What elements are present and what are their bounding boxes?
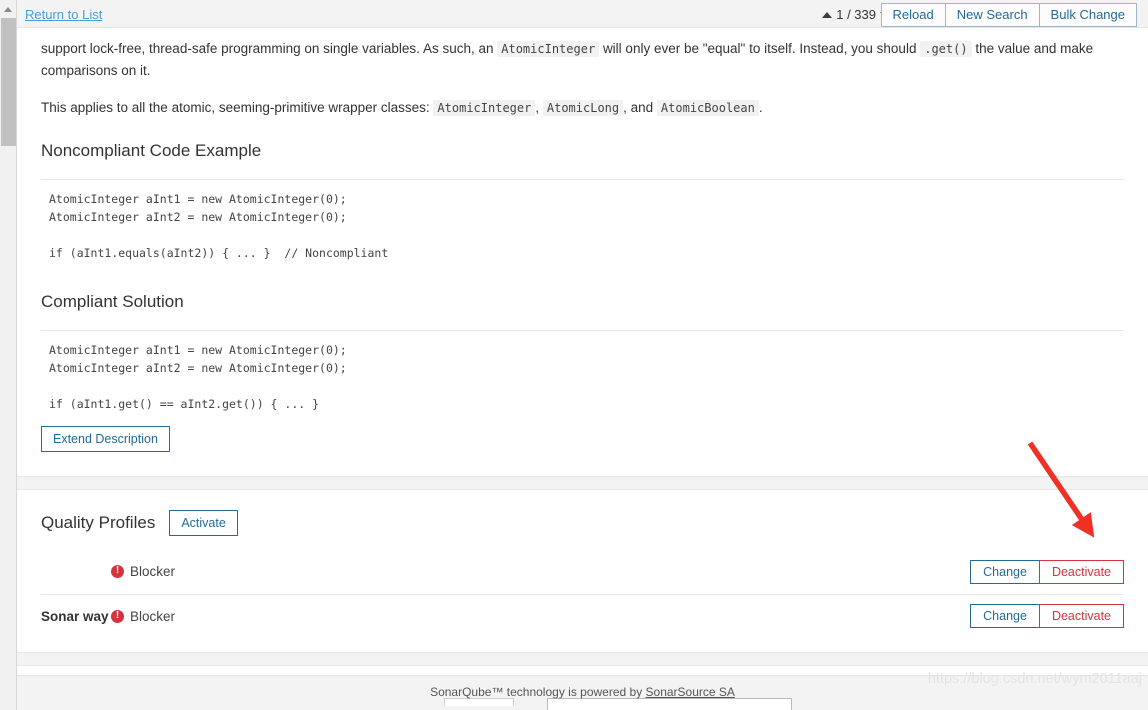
desc-p2-code-1: AtomicInteger [433, 100, 536, 116]
footer-partial-box [444, 698, 514, 706]
sonarsource-link[interactable]: SonarSource SA [646, 685, 735, 699]
footer-credit: SonarQube™ technology is powered by Sona… [17, 685, 1148, 699]
noncompliant-code-block: AtomicInteger aInt1 = new AtomicInteger(… [49, 192, 389, 260]
new-search-button[interactable]: New Search [944, 3, 1040, 27]
compliant-heading: Compliant Solution [41, 292, 184, 311]
footer-prefix-text: SonarQube™ technology is powered by [430, 685, 646, 699]
quality-profiles-table: Blocker Change Deactivate Sonar way Bloc… [41, 550, 1124, 638]
previous-rule-icon[interactable] [822, 11, 833, 18]
description-paragraph-2: This applies to all the atomic, seeming-… [41, 82, 1124, 119]
compliant-code-block: AtomicInteger aInt1 = new AtomicInteger(… [49, 343, 347, 411]
quality-profiles-header: Quality Profiles Activate [17, 490, 1148, 536]
profile-actions-cell: Change Deactivate [408, 593, 1124, 638]
action-button-group: Change Deactivate [970, 604, 1124, 629]
page-container: Return to List 1 / 339 Reload New Search… [17, 0, 1148, 710]
profile-name-cell [41, 550, 111, 594]
quality-profiles-title: Quality Profiles [41, 513, 156, 532]
change-button[interactable]: Change [970, 604, 1040, 629]
severity-label: Blocker [130, 608, 176, 624]
page-scrollbar[interactable] [0, 0, 17, 710]
profile-severity-cell: Blocker [111, 593, 409, 638]
desc-p2-text-3: . [758, 100, 763, 115]
activate-button[interactable]: Activate [169, 510, 238, 536]
table-row: Blocker Change Deactivate [41, 550, 1124, 594]
page-footer: SonarQube™ technology is powered by Sona… [17, 675, 1148, 710]
scrollbar-thumb[interactable] [1, 18, 16, 146]
desc-p2-sep-1: , [535, 100, 540, 115]
rule-description: support lock-free, thread-safe programmi… [17, 28, 1148, 476]
profile-name-cell: Sonar way [41, 593, 111, 638]
extend-description-button[interactable]: Extend Description [41, 426, 170, 452]
section-separator-band [17, 476, 1148, 490]
profile-severity-cell: Blocker [111, 550, 409, 594]
action-button-group: Change Deactivate [970, 559, 1124, 584]
blocker-severity-icon [111, 609, 124, 623]
return-to-list-link[interactable]: Return to List [25, 7, 102, 22]
reload-button[interactable]: Reload [880, 3, 946, 27]
desc-p2-code-3: AtomicBoolean [656, 100, 759, 116]
bulk-change-button[interactable]: Bulk Change [1038, 3, 1137, 27]
table-row: Sonar way Blocker Change Deactivate [41, 593, 1124, 638]
rule-position-label: 1 / 339 [836, 7, 876, 22]
deactivate-button[interactable]: Deactivate [1038, 559, 1124, 584]
desc-p1-code-2: .get() [920, 41, 972, 57]
profile-actions-cell: Change Deactivate [409, 550, 1124, 594]
scroll-up-arrow-icon[interactable] [0, 0, 16, 17]
rule-toolbar: Return to List 1 / 339 Reload New Search… [17, 0, 1148, 28]
severity-label: Blocker [130, 564, 176, 580]
toolbar-button-group: Reload New Search Bulk Change [880, 3, 1137, 27]
noncompliant-heading: Noncompliant Code Example [41, 141, 262, 160]
desc-p2-code-2: AtomicLong [542, 100, 624, 116]
description-paragraph-1: support lock-free, thread-safe programmi… [41, 28, 1124, 82]
change-button[interactable]: Change [970, 559, 1040, 584]
desc-p1-text-1: support lock-free, thread-safe programmi… [41, 41, 494, 56]
issues-separator-band [17, 652, 1148, 666]
deactivate-button[interactable]: Deactivate [1038, 604, 1124, 629]
blocker-severity-icon [111, 564, 124, 579]
desc-p2-text-1: This applies to all the atomic, seeming-… [41, 100, 430, 115]
desc-p1-text-2: will only ever be "equal" to itself. Ins… [602, 41, 917, 56]
app-root: Return to List 1 / 339 Reload New Search… [0, 0, 1148, 710]
extend-description-row: Extend Description [41, 421, 1124, 476]
desc-p1-code-1: AtomicInteger [497, 41, 600, 57]
footer-overlay-box[interactable] [547, 698, 792, 710]
desc-p2-text-2: , and [623, 100, 654, 115]
